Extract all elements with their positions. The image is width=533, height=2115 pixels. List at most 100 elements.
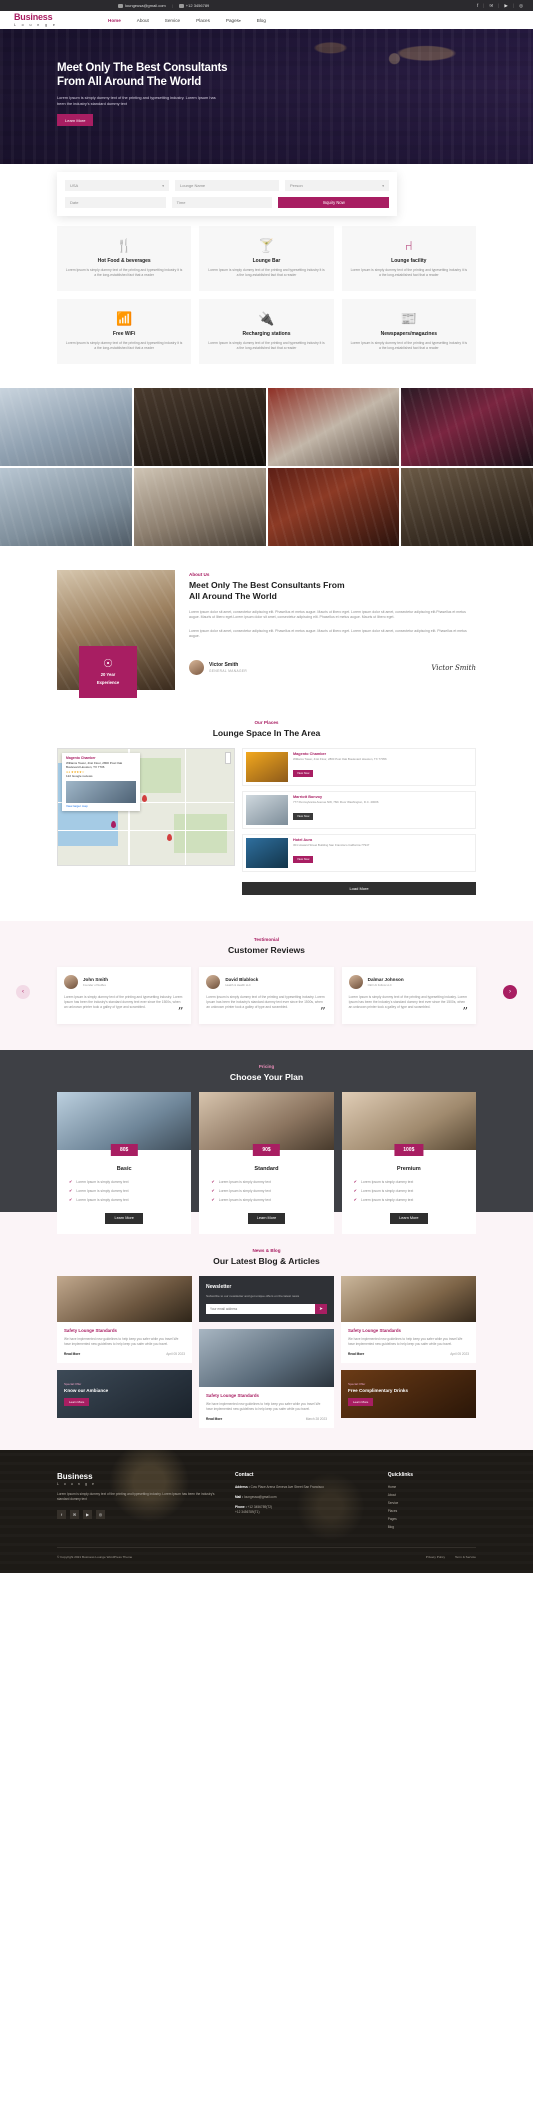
map-card-reviews: 122 Google reviews bbox=[66, 774, 93, 779]
hero-content: Meet Only The Best Consultants From All … bbox=[0, 29, 533, 127]
inquiry-now-button[interactable]: Inquiry Now bbox=[278, 197, 390, 208]
service-card[interactable]: ⑁ Lounge facility Lorem Ipsum is simply … bbox=[341, 226, 476, 291]
gallery-photo-airport-lounge[interactable] bbox=[0, 387, 132, 466]
map-card-link[interactable]: View larger map bbox=[66, 804, 136, 808]
service-card[interactable]: 📰 Newspapers/magazines Lorem Ipsum is si… bbox=[341, 298, 476, 364]
footer-address-value: Cow Place Arena Geneva Ave Street San Fr… bbox=[250, 1484, 324, 1489]
place-view-button[interactable]: View Now bbox=[293, 855, 314, 863]
blog-post-card[interactable]: Safety Lounge Standards We have implemen… bbox=[341, 1276, 476, 1364]
check-icon: ✔ bbox=[211, 1197, 215, 1203]
blog-date: April 05 2023 bbox=[166, 1352, 185, 1357]
site-logo[interactable]: Business L o u n g e bbox=[0, 13, 108, 28]
nav-item-blog[interactable]: Blog bbox=[257, 18, 266, 23]
service-card[interactable]: 📶 Free WiFi Lorem Ipsum is simply dummy … bbox=[57, 298, 192, 364]
terms-service-link[interactable]: Term & Service bbox=[455, 1555, 476, 1559]
footer-link-about[interactable]: About bbox=[388, 1493, 476, 1497]
wifi-icon: 📶 bbox=[116, 310, 133, 326]
topbar-phone[interactable]: +12 3456789 bbox=[178, 3, 209, 8]
blog-post-card[interactable]: Safety Lounge Standards We have implemen… bbox=[199, 1328, 334, 1428]
privacy-policy-link[interactable]: Privacy Policy bbox=[426, 1555, 445, 1559]
topbar-email-text: loungeusa@gmail.com bbox=[125, 3, 166, 8]
gallery-photo-billiards-room[interactable] bbox=[267, 467, 400, 546]
gallery-photo-people-lounge[interactable] bbox=[401, 467, 533, 546]
nav-item-service[interactable]: Service bbox=[165, 18, 180, 23]
footer-link-blog[interactable]: Blog bbox=[388, 1525, 476, 1529]
photo-gallery bbox=[0, 387, 533, 548]
footer-link-home[interactable]: Home bbox=[388, 1485, 476, 1489]
service-title: Recharging stations bbox=[242, 330, 291, 337]
booking-row-1: USA ▾ Lounge Name Person ▾ bbox=[65, 180, 389, 191]
map-pin[interactable] bbox=[110, 820, 116, 828]
footer-about-text: Lorem Ipsum is simply dummy text of the … bbox=[57, 1491, 215, 1501]
service-card[interactable]: 🍴 Hot Food & beverages Lorem Ipsum is si… bbox=[57, 226, 192, 291]
time-input[interactable]: Time bbox=[171, 197, 273, 208]
country-select[interactable]: USA ▾ bbox=[65, 180, 169, 191]
gallery-photo-garden-lounge[interactable] bbox=[133, 387, 266, 466]
chevron-down-icon: ▾ bbox=[382, 183, 384, 188]
footer-logo[interactable]: Business L o u n g e bbox=[57, 1472, 221, 1486]
place-item[interactable]: Hotel Aura 301 Howard Street Building Sa… bbox=[242, 833, 476, 872]
map-card-address: Williams Tower, 41st Floor, 2800 Post Oa… bbox=[66, 761, 123, 770]
places-map[interactable]: Magento Chamber Williams Tower, 41st Flo… bbox=[57, 747, 235, 866]
plan-features: ✔ Lorem Ipsum is simply dummy text ✔ Lorem… bbox=[199, 1179, 333, 1202]
nav-item-places[interactable]: Places bbox=[196, 18, 210, 23]
facebook-icon[interactable]: f bbox=[477, 3, 478, 8]
offer-learn-more-button[interactable]: Learn More bbox=[348, 1398, 374, 1407]
map-zoom-controls[interactable] bbox=[225, 751, 231, 764]
service-card[interactable]: 🍸 Lounge Bar Lorem Ipsum is simply dummy… bbox=[199, 226, 334, 291]
hero-learn-more-button[interactable]: Learn More bbox=[57, 114, 94, 126]
map-pin[interactable] bbox=[142, 795, 148, 803]
newsletter-submit-button[interactable]: ➤ bbox=[315, 1303, 327, 1314]
map-green-area bbox=[135, 757, 182, 793]
plan-learn-more-button[interactable]: Learn More bbox=[390, 1212, 428, 1224]
newsletter-title: Newsletter bbox=[206, 1284, 232, 1291]
reviewer-name: John Smith bbox=[83, 976, 109, 982]
nav-item-home[interactable]: Home bbox=[108, 18, 121, 23]
offer-learn-more-button[interactable]: Learn More bbox=[64, 1398, 90, 1407]
gallery-photo-red-interior[interactable] bbox=[267, 387, 400, 466]
nav-item-about[interactable]: About bbox=[137, 18, 149, 23]
plan-learn-more-button[interactable]: Learn More bbox=[105, 1212, 143, 1224]
place-view-button[interactable]: View Now bbox=[293, 812, 314, 820]
footer-link-places[interactable]: Places bbox=[388, 1509, 476, 1513]
map-pin[interactable] bbox=[167, 834, 173, 842]
nav-item-pages[interactable]: Pages▾ bbox=[226, 18, 241, 23]
place-item[interactable]: Magento Chamber Williams Tower, 41st Flo… bbox=[242, 747, 476, 786]
gallery-photo-dining-room[interactable] bbox=[133, 467, 266, 546]
newsletter-email-input[interactable] bbox=[206, 1306, 315, 1311]
place-view-button[interactable]: View Now bbox=[293, 769, 314, 777]
facebook-icon[interactable]: f bbox=[57, 1509, 66, 1519]
read-more-link[interactable]: Read More bbox=[64, 1352, 80, 1356]
footer-phone[interactable]: Phone : +12 3456789(T2) +12 3456789(T1) bbox=[235, 1505, 374, 1515]
service-card[interactable]: 🔌 Recharging stations Lorem Ipsum is sim… bbox=[199, 298, 334, 364]
gallery-row bbox=[0, 467, 533, 546]
footer-link-service[interactable]: Service bbox=[388, 1501, 476, 1505]
offer-card-ambiance[interactable]: Special Offer Know our Ambiance Learn Mo… bbox=[57, 1370, 192, 1419]
footer-link-pages[interactable]: Pages bbox=[388, 1517, 476, 1521]
offer-card-drinks[interactable]: Special Offer Free Complimentary Drinks … bbox=[341, 1370, 476, 1419]
instagram-icon[interactable]: ◎ bbox=[96, 1509, 105, 1519]
instagram-icon[interactable]: ◎ bbox=[519, 3, 523, 9]
twitter-icon[interactable]: ✉ bbox=[489, 3, 493, 9]
gallery-photo-bar-night[interactable] bbox=[401, 387, 533, 466]
youtube-icon[interactable]: ▶ bbox=[504, 3, 507, 9]
date-input[interactable]: Date bbox=[65, 197, 166, 208]
gallery-photo-library-lounge[interactable] bbox=[0, 467, 132, 546]
newspaper-icon: 📰 bbox=[400, 310, 417, 326]
read-more-link[interactable]: Read More bbox=[206, 1417, 222, 1421]
place-thumb bbox=[246, 751, 288, 782]
footer-mail[interactable]: Mail : loungeusa@gmail.com bbox=[235, 1495, 374, 1500]
offer-content: Special Offer Know our Ambiance Learn Mo… bbox=[57, 1370, 192, 1418]
hero-banner: Meet Only The Best Consultants From All … bbox=[0, 29, 533, 164]
person-select[interactable]: Person ▾ bbox=[285, 180, 389, 191]
twitter-icon[interactable]: ✉ bbox=[70, 1509, 79, 1519]
topbar-email[interactable]: loungeusa@gmail.com bbox=[118, 3, 166, 8]
service-text: Lorem Ipsum is simply dummy text of the … bbox=[350, 340, 468, 351]
place-item[interactable]: Marriott Bonvoy 777 Pennsylvania Avenue … bbox=[242, 790, 476, 829]
youtube-icon[interactable]: ▶ bbox=[83, 1509, 92, 1519]
load-more-button[interactable]: Load More bbox=[242, 881, 476, 895]
blog-post-card[interactable]: Safety Lounge Standards We have implemen… bbox=[57, 1276, 192, 1364]
lounge-name-input[interactable]: Lounge Name bbox=[175, 180, 279, 191]
read-more-link[interactable]: Read More bbox=[348, 1352, 364, 1356]
plan-learn-more-button[interactable]: Learn More bbox=[247, 1212, 286, 1224]
